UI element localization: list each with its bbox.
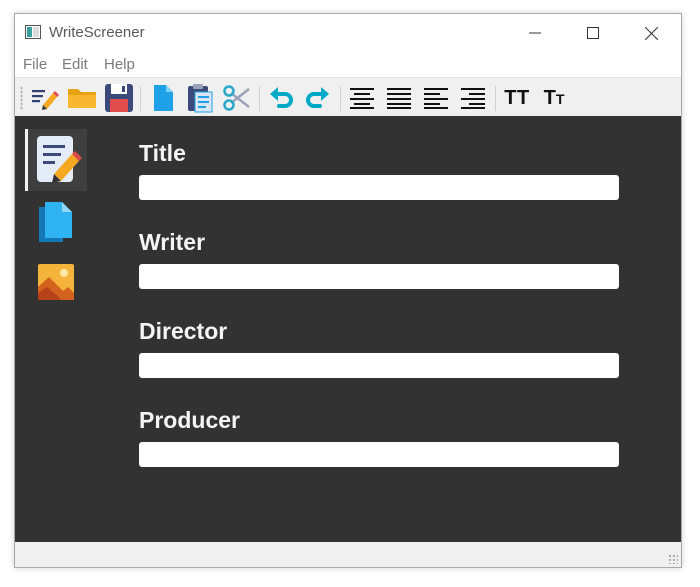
pages-icon — [39, 202, 72, 242]
title-bar[interactable]: WriteScreener — [15, 14, 681, 52]
small-caps-big: T — [543, 86, 556, 109]
clipboard-icon — [188, 84, 213, 113]
small-caps-button[interactable]: TT — [538, 82, 570, 114]
copy-icon — [154, 85, 173, 111]
undo-icon — [270, 87, 293, 108]
sidebar-item-title-page[interactable] — [25, 129, 87, 191]
copy-button[interactable] — [147, 82, 179, 114]
minimize-icon — [529, 32, 541, 34]
menu-help[interactable]: Help — [104, 56, 135, 73]
minimize-button[interactable] — [506, 14, 564, 52]
floppy-disk-icon — [105, 84, 133, 112]
window-title: WriteScreener — [49, 24, 145, 41]
toolbar-separator — [340, 86, 341, 111]
maximize-icon — [587, 27, 599, 39]
producer-label: Producer — [139, 407, 240, 433]
toolbar-separator — [140, 86, 141, 111]
director-field[interactable] — [139, 353, 619, 378]
director-label: Director — [139, 318, 228, 344]
align-center-icon — [350, 88, 374, 109]
open-button[interactable] — [66, 82, 98, 114]
status-bar — [15, 542, 681, 567]
sidebar-item-images[interactable] — [25, 251, 87, 313]
small-caps-small: T — [555, 90, 565, 107]
toolbar-grip[interactable] — [20, 86, 23, 110]
document-edit-icon — [36, 136, 82, 183]
justify-button[interactable] — [383, 82, 415, 114]
undo-button[interactable] — [265, 82, 297, 114]
justify-icon — [387, 88, 411, 109]
align-center-button[interactable] — [346, 82, 378, 114]
redo-button[interactable] — [302, 82, 334, 114]
save-button[interactable] — [103, 82, 135, 114]
producer-field[interactable] — [139, 442, 619, 467]
edit-pencil-icon — [32, 90, 59, 110]
app-icon — [25, 25, 41, 39]
toolbar: TT TT — [15, 77, 681, 117]
align-right-icon — [461, 88, 485, 109]
title-label: Title — [139, 140, 186, 166]
redo-icon — [306, 87, 329, 108]
writer-field[interactable] — [139, 264, 619, 289]
main-content: Title Writer Director Producer — [15, 116, 681, 542]
title-field[interactable] — [139, 175, 619, 200]
resize-grip-icon[interactable] — [668, 554, 678, 564]
close-button[interactable] — [622, 14, 680, 52]
uppercase-button[interactable]: TT — [501, 82, 533, 114]
scissors-icon — [223, 85, 250, 111]
align-right-button[interactable] — [457, 82, 489, 114]
align-left-button[interactable] — [420, 82, 452, 114]
paste-button[interactable] — [184, 82, 216, 114]
toolbar-separator — [495, 86, 496, 111]
menu-edit[interactable]: Edit — [62, 56, 88, 73]
close-icon — [644, 26, 658, 40]
edit-button[interactable] — [29, 82, 61, 114]
uppercase-label: TT — [504, 86, 530, 109]
sidebar-item-pages[interactable] — [25, 191, 87, 253]
menu-bar: File Edit Help — [15, 52, 681, 77]
menu-file[interactable]: File — [23, 56, 47, 73]
align-left-icon — [424, 88, 448, 109]
small-caps-label: TT — [544, 87, 565, 110]
maximize-button[interactable] — [564, 14, 622, 52]
toolbar-separator — [259, 86, 260, 111]
writer-label: Writer — [139, 229, 206, 255]
image-icon — [38, 264, 74, 300]
folder-icon — [68, 89, 96, 108]
cut-button[interactable] — [221, 82, 253, 114]
app-window: WriteScreener File Edit Help TT TT Title… — [14, 13, 682, 568]
